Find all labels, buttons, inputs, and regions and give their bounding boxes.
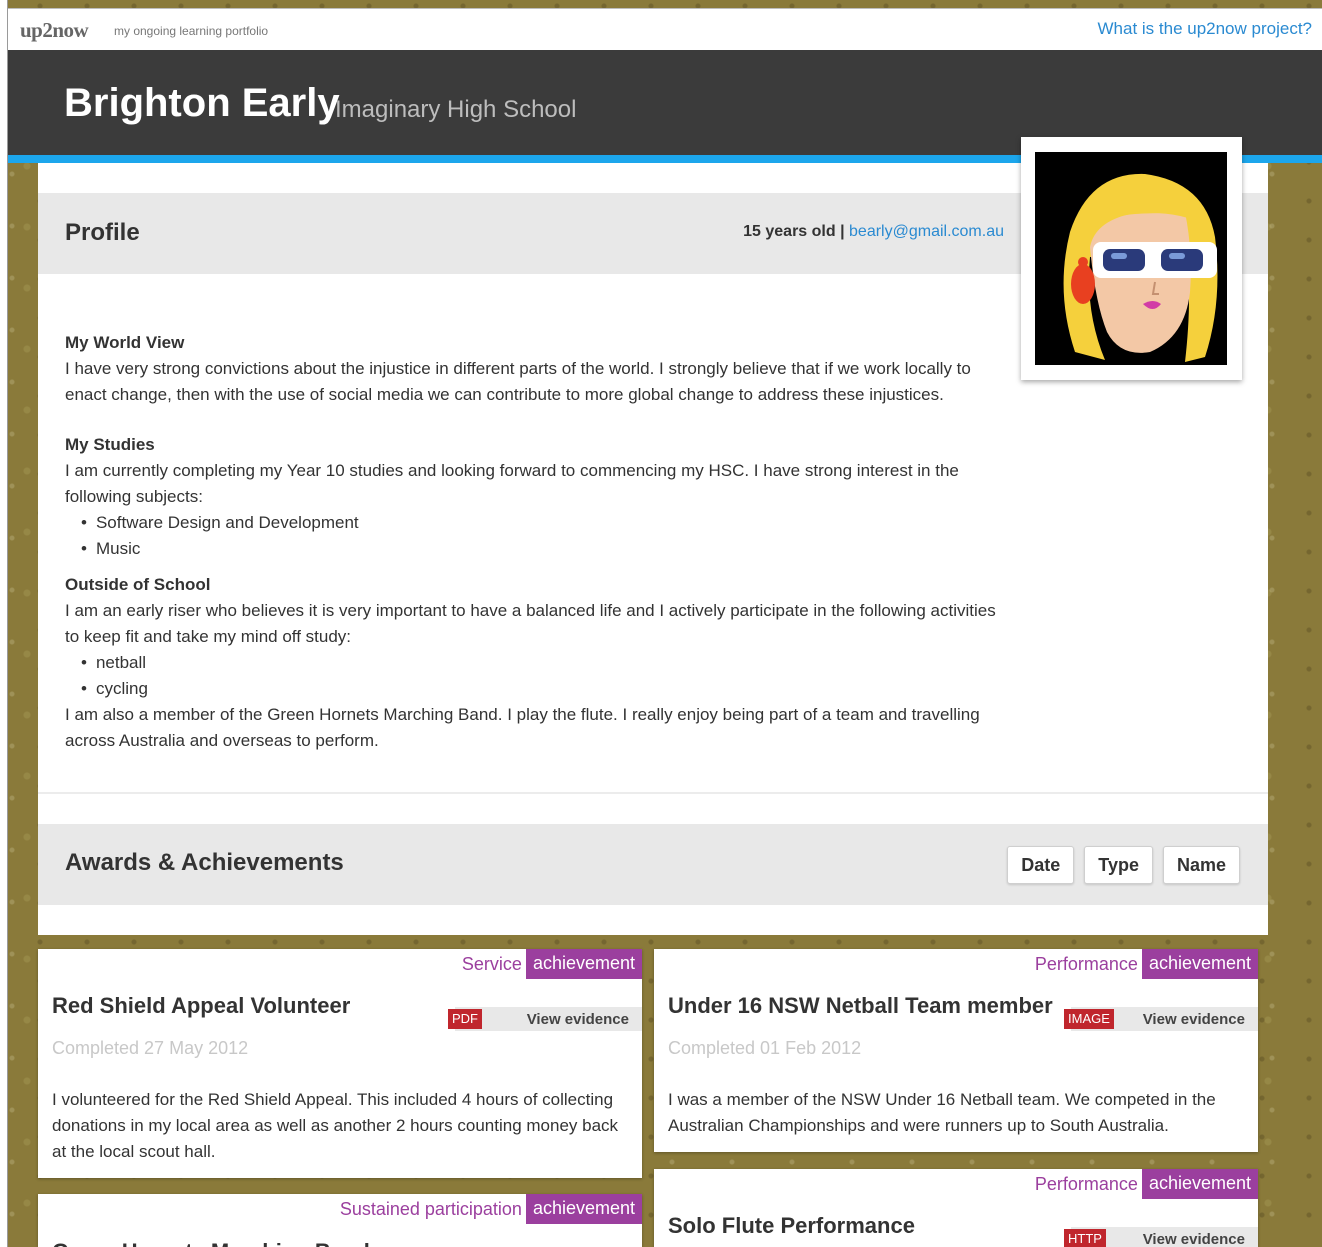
award-card[interactable]: Sustained participation achievement Gree…	[38, 1194, 642, 1247]
sort-button-group: Date Type Name	[1007, 846, 1240, 884]
achievement-badge: achievement	[1141, 1169, 1258, 1199]
profile-title: Profile	[65, 219, 140, 246]
card-tags: Sustained participation achievement	[340, 1194, 642, 1224]
award-description: I volunteered for the Red Shield Appeal.…	[52, 1090, 619, 1161]
section-divider	[38, 792, 1268, 794]
age-text: 15 years old	[743, 223, 836, 240]
brand-logo[interactable]: up2now	[20, 18, 89, 43]
achievement-badge: achievement	[525, 949, 642, 979]
student-name: Brighton Early	[64, 81, 340, 125]
avatar-illustration	[1035, 152, 1227, 365]
view-evidence-label: View evidence	[1142, 1010, 1245, 1028]
world-view-heading: My World View	[65, 333, 185, 352]
meta-separator: |	[840, 223, 845, 240]
award-category: Performance	[1034, 1173, 1138, 1194]
view-evidence-button[interactable]: PDF View evidence	[448, 1007, 642, 1031]
world-view-text: I have very strong convictions about the…	[65, 359, 971, 404]
studies-heading: My Studies	[65, 435, 155, 454]
achievement-badge: achievement	[1141, 949, 1258, 979]
award-description: I was a member of the NSW Under 16 Netba…	[668, 1090, 1216, 1135]
completed-date: Completed 27 May 2012	[52, 1038, 249, 1058]
view-evidence-label: View evidence	[526, 1010, 629, 1028]
card-tags: Performance achievement	[1035, 949, 1258, 979]
view-evidence-button[interactable]: HTTP View evidence	[1064, 1227, 1258, 1247]
profile-meta: 15 years old | bearly@gmail.com.au	[743, 223, 1004, 241]
outside-heading: Outside of School	[65, 575, 211, 594]
card-tags: Performance achievement	[1035, 1169, 1258, 1199]
file-type-badge: HTTP	[1064, 1229, 1106, 1247]
studies-text: I am currently completing my Year 10 stu…	[65, 461, 959, 506]
award-category: Sustained participation	[339, 1198, 522, 1219]
band-text: I am also a member of the Green Hornets …	[65, 705, 980, 750]
completed-date: Completed 01 Feb 2012	[668, 1038, 862, 1058]
outside-text: I am an early riser who believes it is v…	[65, 601, 996, 646]
sort-name-button[interactable]: Name	[1162, 846, 1240, 884]
achievement-badge: achievement	[525, 1194, 642, 1224]
view-evidence-label: View evidence	[1142, 1230, 1245, 1247]
list-item: Software Design and Development	[81, 510, 1010, 536]
profile-content: My World View I have very strong convict…	[65, 330, 1010, 754]
list-item: Music	[81, 536, 1010, 562]
award-title: Under 16 NSW Netball Team member	[668, 993, 1053, 1018]
file-type-badge: PDF	[448, 1009, 482, 1029]
award-title: Green Hornets Marching Band	[52, 1239, 370, 1247]
award-title: Red Shield Appeal Volunteer	[52, 993, 351, 1018]
award-category: Service	[461, 953, 522, 974]
school-name: Imaginary High School	[335, 96, 577, 123]
award-card[interactable]: Performance achievement Under 16 NSW Net…	[654, 949, 1258, 1152]
subjects-list: Software Design and Development Music	[81, 510, 1010, 562]
awards-title: Awards & Achievements	[65, 849, 344, 876]
top-bar: up2now my ongoing learning portfolio Wha…	[8, 8, 1322, 50]
file-type-badge: IMAGE	[1064, 1009, 1114, 1029]
brand-tagline: my ongoing learning portfolio	[114, 24, 269, 38]
awards-section-header: Awards & Achievements Date Type Name	[38, 824, 1268, 905]
window-frame-left	[0, 0, 8, 1247]
sort-type-button[interactable]: Type	[1084, 846, 1153, 884]
sort-date-button[interactable]: Date	[1007, 846, 1075, 884]
list-item: netball	[81, 650, 1010, 676]
award-card[interactable]: Service achievement Red Shield Appeal Vo…	[38, 949, 642, 1178]
project-info-link[interactable]: What is the up2now project?	[1097, 19, 1312, 39]
view-evidence-button[interactable]: IMAGE View evidence	[1064, 1007, 1258, 1031]
activities-list: netball cycling	[81, 650, 1010, 702]
award-category: Performance	[1034, 953, 1138, 974]
email-link[interactable]: bearly@gmail.com.au	[849, 223, 1004, 240]
award-card[interactable]: Performance achievement Solo Flute Perfo…	[654, 1169, 1258, 1247]
award-title: Solo Flute Performance	[668, 1213, 915, 1238]
avatar	[1021, 137, 1242, 380]
card-tags: Service achievement	[462, 949, 642, 979]
list-item: cycling	[81, 676, 1010, 702]
